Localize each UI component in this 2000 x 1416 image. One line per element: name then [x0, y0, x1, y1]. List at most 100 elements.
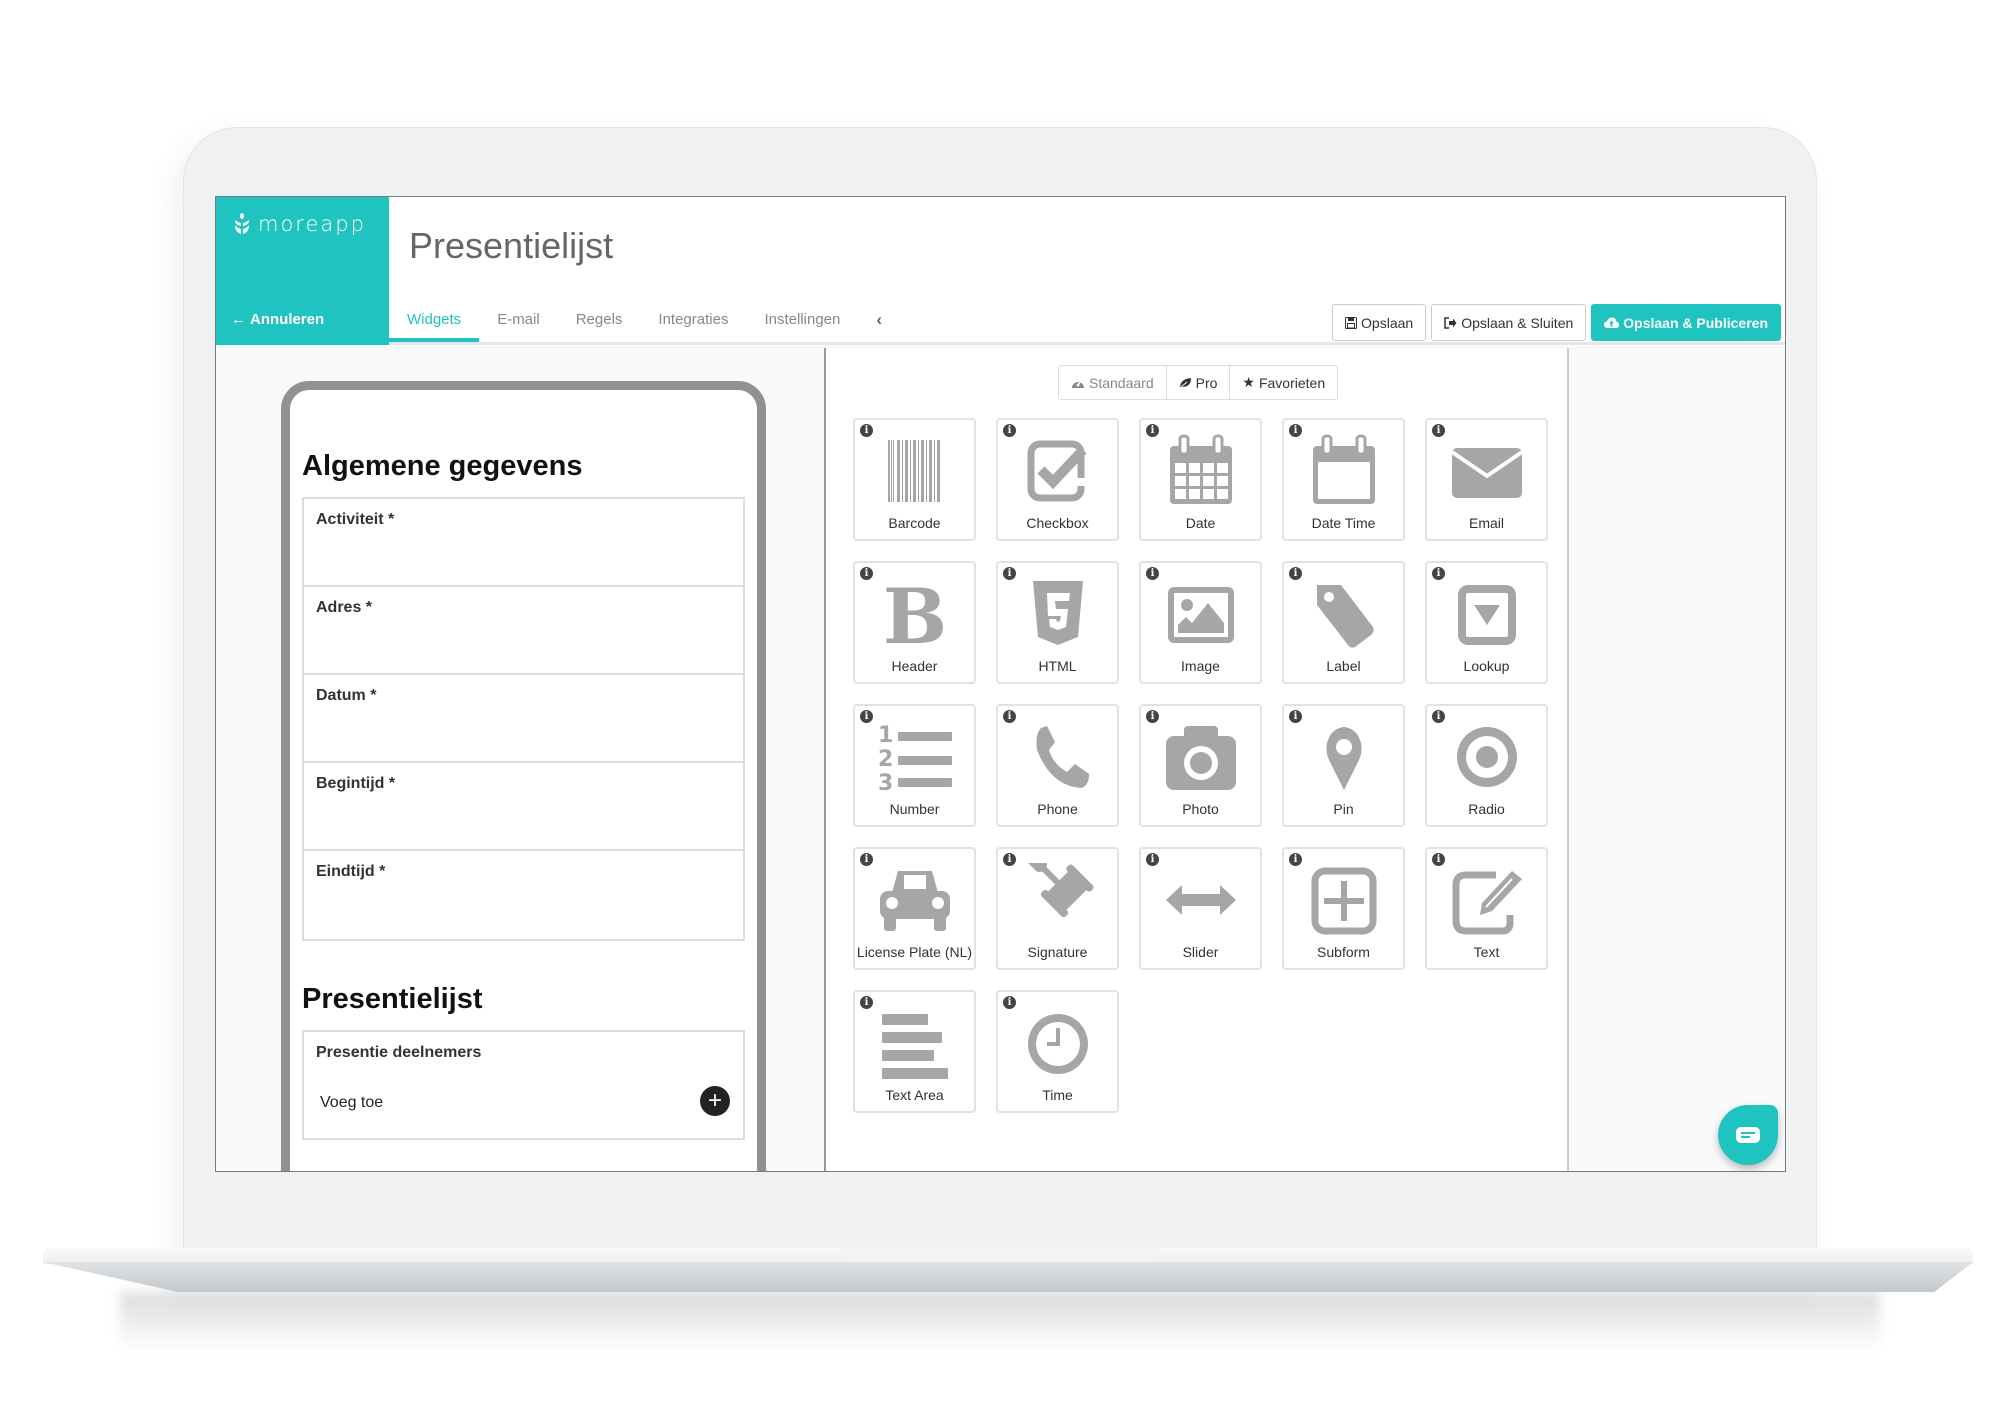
section-title-general: Algemene gegevens [302, 450, 583, 482]
label-icon [1303, 577, 1385, 651]
tab-rules[interactable]: Regels [558, 305, 641, 342]
widget-tile-html[interactable]: i HTML [996, 561, 1119, 684]
dashboard-icon [1072, 380, 1084, 388]
save-publish-button[interactable]: Opslaan & Publiceren [1591, 304, 1781, 341]
save-label: Opslaan [1361, 314, 1414, 331]
widget-tile-date[interactable]: i Date [1139, 418, 1262, 541]
widget-label: Signature [1027, 944, 1088, 960]
info-icon[interactable]: i [1146, 424, 1159, 437]
subform-field-attendees[interactable]: Presentie deelnemers Voeg toe + [302, 1030, 745, 1140]
info-icon[interactable]: i [860, 424, 873, 437]
widget-tile-email[interactable]: i Email [1425, 418, 1548, 541]
form-field-start-time[interactable]: Begintijd * [304, 763, 743, 851]
info-icon[interactable]: i [860, 996, 873, 1009]
chat-button[interactable] [1718, 1105, 1778, 1165]
info-icon[interactable]: i [1289, 853, 1302, 866]
tab-settings[interactable]: Instellingen [746, 305, 858, 342]
tab-integrations[interactable]: Integraties [640, 305, 746, 342]
form-field-address[interactable]: Adres * [304, 587, 743, 675]
info-icon[interactable]: i [860, 710, 873, 723]
form-field-activity[interactable]: Activiteit * [304, 499, 743, 587]
cloud-upload-icon [1604, 317, 1620, 328]
filter-pro[interactable]: Pro [1167, 366, 1231, 399]
editor-header: Presentielijst Widgets E-mail Regels Int… [389, 197, 1785, 345]
star-icon: ★ [1242, 374, 1255, 390]
plus-circle-icon[interactable]: + [700, 1086, 730, 1116]
info-icon[interactable]: i [1289, 567, 1302, 580]
leaf-logo-icon [235, 213, 249, 234]
info-icon[interactable]: i [1432, 853, 1445, 866]
info-icon[interactable]: i [1432, 710, 1445, 723]
widget-label: Text Area [885, 1087, 944, 1103]
page-title: Presentielijst [409, 225, 614, 266]
info-icon[interactable]: i [1432, 567, 1445, 580]
widget-tile-datetime[interactable]: i Date Time [1282, 418, 1405, 541]
widget-tile-image[interactable]: i Image [1139, 561, 1262, 684]
widget-tile-time[interactable]: i Time [996, 990, 1119, 1113]
info-icon[interactable]: i [1432, 424, 1445, 437]
widget-tile-label[interactable]: i Label [1282, 561, 1405, 684]
laptop-notch [840, 1248, 1160, 1262]
save-publish-label: Opslaan & Publiceren [1623, 314, 1768, 331]
info-icon[interactable]: i [1003, 567, 1016, 580]
widget-tile-text[interactable]: i Text [1425, 847, 1548, 970]
datetime-icon [1303, 434, 1385, 508]
form-field-date[interactable]: Datum * [304, 675, 743, 763]
add-entry-label: Voeg toe [320, 1094, 384, 1111]
widget-tile-checkbox[interactable]: i Checkbox [996, 418, 1119, 541]
save-close-label: Opslaan & Sluiten [1461, 314, 1574, 331]
widget-tile-subform[interactable]: i Subform [1282, 847, 1405, 970]
widget-label: Email [1468, 515, 1504, 531]
info-icon[interactable]: i [1003, 710, 1016, 723]
chevron-left-icon[interactable]: ‹ [858, 310, 900, 338]
leaf-icon [1179, 377, 1191, 388]
sign-out-icon [1444, 316, 1457, 329]
brand-sidebar: moreapp ← Annuleren [216, 197, 389, 345]
widget-tile-textarea[interactable]: i Text Area [853, 990, 976, 1113]
filter-favorites[interactable]: ★ Favorieten [1230, 366, 1337, 399]
tab-email[interactable]: E-mail [479, 305, 558, 342]
html-icon [1017, 577, 1099, 651]
widget-label: License Plate (NL) [856, 944, 973, 960]
info-icon[interactable]: i [1003, 424, 1016, 437]
info-icon[interactable]: i [860, 853, 873, 866]
widget-tile-radio[interactable]: i Radio [1425, 704, 1548, 827]
widget-tile-phone[interactable]: i Phone [996, 704, 1119, 827]
info-icon[interactable]: i [1146, 710, 1159, 723]
widget-tile-slider[interactable]: i Slider [1139, 847, 1262, 970]
photo-icon [1160, 720, 1242, 794]
number-icon: 123 [874, 720, 956, 794]
info-icon[interactable]: i [1003, 996, 1016, 1009]
info-icon[interactable]: i [1289, 710, 1302, 723]
info-icon[interactable]: i [860, 567, 873, 580]
info-icon[interactable]: i [1146, 567, 1159, 580]
date-icon [1160, 434, 1242, 508]
form-field-end-time[interactable]: Eindtijd * [304, 851, 743, 939]
lookup-icon [1446, 577, 1528, 651]
widget-tile-header[interactable]: i B Header [853, 561, 976, 684]
widget-panel: Standaard Pro ★ Favorieten i Barcode i Chec… [824, 348, 1569, 1171]
widget-label: Slider [1182, 944, 1219, 960]
info-icon[interactable]: i [1003, 853, 1016, 866]
laptop-base [43, 1262, 1973, 1292]
save-button[interactable]: Opslaan [1332, 304, 1427, 341]
cancel-button[interactable]: ← Annuleren [231, 311, 324, 328]
tab-widgets[interactable]: Widgets [389, 305, 480, 342]
text-icon [1446, 863, 1528, 937]
save-close-button[interactable]: Opslaan & Sluiten [1431, 304, 1587, 341]
widget-tile-photo[interactable]: i Photo [1139, 704, 1262, 827]
widget-tile-gavel[interactable]: i Signature [996, 847, 1119, 970]
widget-tile-pin[interactable]: i Pin [1282, 704, 1405, 827]
widget-tile-car[interactable]: i License Plate (NL) [853, 847, 976, 970]
widget-label: Label [1326, 658, 1361, 674]
widget-label: Checkbox [1026, 515, 1089, 531]
info-icon[interactable]: i [1289, 424, 1302, 437]
info-icon[interactable]: i [1146, 853, 1159, 866]
filter-standard[interactable]: Standaard [1059, 366, 1167, 399]
section-title-attendance: Presentielijst [302, 983, 483, 1015]
widget-tile-number[interactable]: i 1 2 3 Number [853, 704, 976, 827]
tab-bar: Widgets E-mail Regels Integraties Instel… [389, 305, 900, 342]
widget-tile-barcode[interactable]: i Barcode [853, 418, 976, 541]
moreapp-logo[interactable]: moreapp [234, 212, 366, 236]
widget-tile-lookup[interactable]: i Lookup [1425, 561, 1548, 684]
